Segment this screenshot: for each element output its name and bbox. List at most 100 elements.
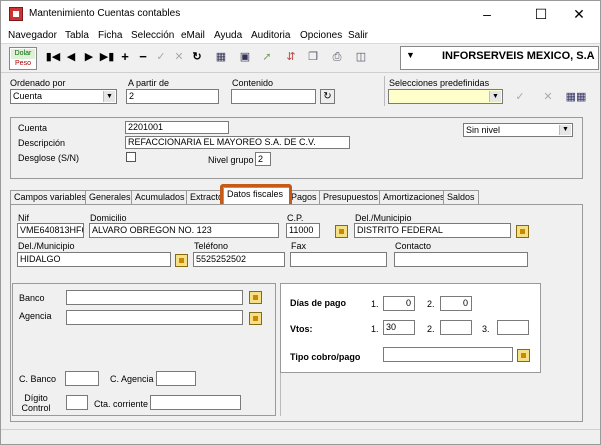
form-view-icon[interactable]: ▣	[237, 49, 253, 65]
vtos-label: Vtos:	[290, 324, 313, 334]
vtos-3-input[interactable]	[497, 320, 529, 335]
contacto-label: Contacto	[395, 241, 432, 251]
cp-lookup-icon[interactable]	[335, 225, 348, 238]
dias-1-num: 1.	[371, 299, 379, 309]
tab-campos-variables[interactable]: Campos variables	[10, 190, 91, 204]
clear-selection-icon[interactable]: ✕	[540, 89, 556, 105]
chevron-down-icon[interactable]: ▼	[489, 91, 501, 102]
domicilio-label: Domicilio	[90, 213, 127, 223]
menu-tabla[interactable]: Tabla	[65, 30, 89, 41]
search-refresh-icon[interactable]: ↻	[320, 89, 335, 104]
contacto-input[interactable]	[394, 252, 528, 267]
tab-presupuestos[interactable]: Presupuestos	[319, 190, 383, 204]
app-icon	[9, 7, 23, 21]
menu-seleccion[interactable]: Selección	[131, 30, 174, 41]
cp-input[interactable]: 11000	[286, 223, 320, 238]
dolar-label: Dolar	[11, 49, 35, 59]
delmun1-lookup-icon[interactable]	[516, 225, 529, 238]
last-record-icon[interactable]: ▶▮	[99, 49, 115, 65]
tab-acumulados[interactable]: Acumulados	[131, 190, 189, 204]
copy-icon[interactable]: ❐	[305, 49, 321, 65]
cuenta-input[interactable]: 2201001	[125, 121, 229, 134]
selecciones-select[interactable]: ▼	[388, 89, 503, 104]
digito-control-input[interactable]	[66, 395, 88, 410]
fax-label: Fax	[291, 241, 307, 251]
cagencia-label: C. Agencia	[110, 374, 154, 384]
nif-input[interactable]: VME640813HF6	[17, 223, 84, 238]
transfer-icon[interactable]: ⇵	[283, 49, 299, 65]
manage-selections-icon[interactable]: ▦▦	[565, 89, 587, 105]
cbanco-input[interactable]	[65, 371, 99, 386]
nivel-select-value: Sin nivel	[466, 125, 501, 135]
next-record-icon[interactable]: ▶	[81, 49, 97, 65]
telefono-input[interactable]: 5525252502	[193, 252, 285, 267]
add-record-icon[interactable]: +	[117, 49, 133, 65]
agencia-input[interactable]	[66, 310, 243, 325]
nif-label: Nif	[18, 213, 29, 223]
domicilio-input[interactable]: ALVARO OBREGON NO. 123	[89, 223, 279, 238]
ordenado-select[interactable]: Cuenta ▼	[10, 89, 117, 104]
menu-opciones[interactable]: Opciones	[300, 30, 342, 41]
company-name: INFORSERVEIS MEXICO, S.A	[442, 50, 595, 62]
nivel-select[interactable]: Sin nivel ▼	[463, 123, 573, 137]
delmun2-lookup-icon[interactable]	[175, 254, 188, 267]
dias-pago-1-input[interactable]: 0	[383, 296, 415, 311]
dias-2-num: 2.	[427, 299, 435, 309]
menu-navegador[interactable]: Navegador	[8, 30, 57, 41]
banco-lookup-icon[interactable]	[249, 291, 262, 304]
tab-generales[interactable]: Generales	[85, 190, 135, 204]
minimize-button[interactable]: –	[465, 1, 509, 27]
close-button[interactable]: ✕	[557, 1, 601, 27]
dias-pago-2-input[interactable]: 0	[440, 296, 472, 311]
app-window: Mantenimiento Cuentas contables – ☐ ✕ Na…	[0, 0, 601, 445]
tipo-cobro-lookup-icon[interactable]	[517, 349, 530, 362]
chevron-down-icon[interactable]: ▼	[406, 50, 420, 61]
delete-record-icon[interactable]: −	[135, 49, 151, 65]
menu-email[interactable]: eMail	[181, 30, 205, 41]
delmun2-input[interactable]: HIDALGO	[17, 252, 171, 267]
agencia-lookup-icon[interactable]	[249, 312, 262, 325]
descripcion-input[interactable]: REFACCIONARIA EL MAYOREO S.A. DE C.V.	[125, 136, 350, 149]
cta-corriente-input[interactable]	[150, 395, 241, 410]
apply-selection-icon[interactable]: ✓	[512, 89, 528, 105]
export-icon[interactable]: ➚	[259, 49, 275, 65]
vtos-2-input[interactable]	[440, 320, 472, 335]
confirm-disabled-icon[interactable]: ✓	[153, 49, 169, 65]
menu-ficha[interactable]: Ficha	[98, 30, 122, 41]
delmun2-label: Del./Municipio	[18, 241, 75, 251]
previous-record-icon[interactable]: ◀	[63, 49, 79, 65]
grid-view-icon[interactable]: ▦	[213, 49, 229, 65]
vtos-1-input[interactable]: 30	[383, 320, 415, 335]
currency-toggle[interactable]: Dolar Peso	[9, 47, 37, 70]
first-record-icon[interactable]: ▮◀	[45, 49, 61, 65]
chevron-down-icon[interactable]: ▼	[103, 91, 115, 102]
cancel-disabled-icon[interactable]: ✕	[171, 49, 187, 65]
status-divider	[1, 429, 600, 430]
tab-pagos[interactable]: Pagos	[287, 190, 321, 204]
chevron-down-icon[interactable]: ▼	[559, 125, 571, 135]
refresh-icon[interactable]: ↻	[189, 49, 205, 65]
desglose-checkbox[interactable]	[126, 152, 136, 162]
contenido-input[interactable]	[231, 89, 316, 104]
fax-input[interactable]	[290, 252, 387, 267]
tipo-cobro-input[interactable]	[383, 347, 513, 362]
tab-saldos[interactable]: Saldos	[443, 190, 479, 204]
menu-salir[interactable]: Salir	[348, 30, 368, 41]
print-icon[interactable]: ⎙	[329, 49, 345, 65]
apartir-input[interactable]: 2	[126, 89, 219, 104]
cbanco-label: C. Banco	[19, 374, 57, 384]
banco-input[interactable]	[66, 290, 243, 305]
cuenta-label: Cuenta	[18, 123, 48, 133]
banco-label: Banco	[19, 293, 45, 303]
menu-auditoria[interactable]: Auditoria	[251, 30, 290, 41]
cp-label: C.P.	[287, 213, 304, 223]
cagencia-input[interactable]	[156, 371, 196, 386]
digito-control-label: Dígito Control	[21, 393, 51, 413]
nivel-grupo-input[interactable]: 2	[255, 152, 271, 166]
filter-icon[interactable]: ◫	[353, 49, 369, 65]
delmun1-input[interactable]: DISTRITO FEDERAL	[354, 223, 511, 238]
tab-amortizaciones[interactable]: Amortizaciones	[379, 190, 449, 204]
menu-ayuda[interactable]: Ayuda	[214, 30, 242, 41]
cta-corriente-label: Cta. corriente	[94, 399, 149, 409]
vtos-2-num: 2.	[427, 324, 435, 334]
